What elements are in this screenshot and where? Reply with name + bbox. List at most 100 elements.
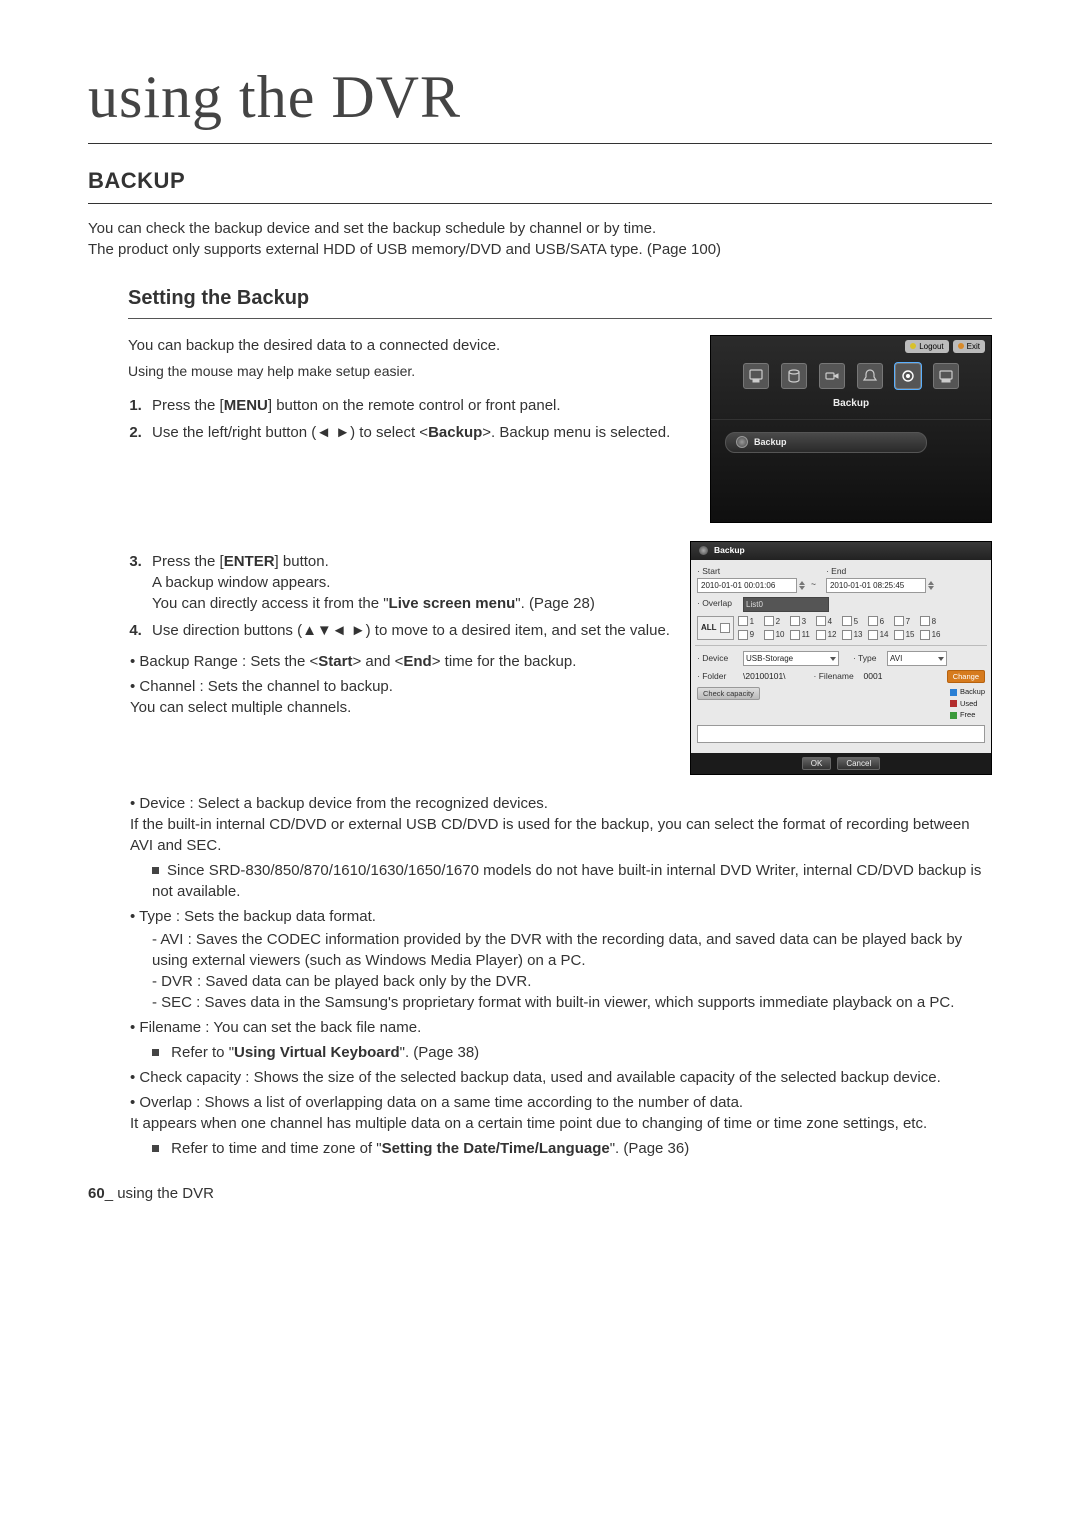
dialog-title: Backup xyxy=(691,542,991,560)
bullet-device: Device : Select a backup device from the… xyxy=(130,793,992,902)
type-dvr: DVR : Saved data can be played back only… xyxy=(152,971,992,992)
figure-menu-screen: Logout Exit Backup xyxy=(710,335,992,523)
start-datetime-input[interactable]: 2010-01-01 00:01:06 xyxy=(697,578,797,593)
channel-checkbox[interactable]: 1 xyxy=(738,616,762,627)
label-start: · Start xyxy=(697,566,720,576)
label-folder: · Folder xyxy=(697,671,737,683)
channel-checkbox[interactable]: 10 xyxy=(764,629,788,640)
system-icon[interactable] xyxy=(743,363,769,389)
checkbox-icon xyxy=(790,630,800,640)
channel-row: 12345678 xyxy=(738,616,944,627)
label-overlap: · Overlap xyxy=(697,598,737,610)
label-filename: · Filename xyxy=(814,671,858,683)
filename-value: 0001 xyxy=(864,671,883,683)
checkbox-icon xyxy=(764,630,774,640)
dot-icon xyxy=(910,343,916,349)
steps-list-b: Press the [ENTER] button. A backup windo… xyxy=(128,551,670,641)
type-sec: SEC : Saves data in the Samsung's propri… xyxy=(152,992,992,1013)
spinner-icon[interactable] xyxy=(928,581,934,590)
channel-checkbox[interactable]: 4 xyxy=(816,616,840,627)
checkbox-icon xyxy=(920,616,930,626)
bullet-channel: Channel : Sets the channel to backup. Yo… xyxy=(130,676,670,718)
channel-checkbox[interactable]: 16 xyxy=(920,629,944,640)
channel-checkbox[interactable]: 12 xyxy=(816,629,840,640)
network-icon[interactable] xyxy=(933,363,959,389)
note-device: Since SRD-830/850/870/1610/1630/1650/167… xyxy=(130,860,992,902)
channel-checkbox[interactable]: 7 xyxy=(894,616,918,627)
channel-grid: ALL 12345678 910111213141516 xyxy=(697,616,985,640)
mouse-note: Using the mouse may help make setup easi… xyxy=(128,362,690,382)
checkbox-icon xyxy=(738,616,748,626)
bullet-overlap: Overlap : Shows a list of overlapping da… xyxy=(130,1092,992,1159)
disc-icon xyxy=(699,546,708,555)
checkbox-icon xyxy=(894,616,904,626)
channel-checkbox[interactable]: 9 xyxy=(738,629,762,640)
channel-checkbox[interactable]: 15 xyxy=(894,629,918,640)
channel-checkbox[interactable]: 14 xyxy=(868,629,892,640)
device-icon[interactable] xyxy=(781,363,807,389)
spinner-icon[interactable] xyxy=(799,581,805,590)
checkbox-icon xyxy=(894,630,904,640)
event-icon[interactable] xyxy=(857,363,883,389)
channel-checkbox[interactable]: 3 xyxy=(790,616,814,627)
disc-icon xyxy=(736,436,748,448)
steps-list-a: Press the [MENU] button on the remote co… xyxy=(128,395,690,443)
capacity-bar xyxy=(697,725,985,743)
channel-checkbox[interactable]: 8 xyxy=(920,616,944,627)
channel-checkbox[interactable]: 13 xyxy=(842,629,866,640)
channel-row: 910111213141516 xyxy=(738,629,944,640)
backup-icon[interactable] xyxy=(895,363,921,389)
label-device: · Device xyxy=(697,653,737,665)
type-select[interactable]: AVI xyxy=(887,651,947,666)
overlap-select[interactable]: List0 xyxy=(743,597,829,612)
checkbox-icon xyxy=(790,616,800,626)
logout-button[interactable]: Logout xyxy=(905,340,948,353)
intro-line: The product only supports external HDD o… xyxy=(88,239,992,260)
channel-checkbox[interactable]: 2 xyxy=(764,616,788,627)
swatch-free xyxy=(950,712,957,719)
section-backup-heading: BACKUP xyxy=(88,166,992,204)
cancel-button[interactable]: Cancel xyxy=(837,757,880,770)
checkbox-icon xyxy=(816,630,826,640)
bullet-list-full: Device : Select a backup device from the… xyxy=(128,793,992,1159)
sub-intro: You can backup the desired data to a con… xyxy=(128,335,690,356)
footer-text: _ using the DVR xyxy=(105,1185,214,1202)
bullet-checkcap: Check capacity : Shows the size of the s… xyxy=(130,1067,992,1088)
step-1: Press the [MENU] button on the remote co… xyxy=(146,395,690,416)
step-4: Use direction buttons (▲▼◄ ►) to move to… xyxy=(146,620,670,641)
channel-checkbox[interactable]: 6 xyxy=(868,616,892,627)
checkbox-icon xyxy=(842,616,852,626)
check-capacity-button[interactable]: Check capacity xyxy=(697,687,760,700)
checkbox-icon xyxy=(868,630,878,640)
step-2: Use the left/right button (◄ ►) to selec… xyxy=(146,422,690,443)
type-avi: AVI : Saves the CODEC information provid… xyxy=(152,929,992,971)
record-icon[interactable] xyxy=(819,363,845,389)
submenu-backup[interactable]: Backup xyxy=(725,432,927,453)
change-button[interactable]: Change xyxy=(947,670,985,683)
return-icon xyxy=(958,343,964,349)
section-intro: You can check the backup device and set … xyxy=(88,218,992,260)
swatch-backup xyxy=(950,689,957,696)
ok-button[interactable]: OK xyxy=(802,757,832,770)
note-overlap: Refer to time and time zone of "Setting … xyxy=(130,1138,992,1159)
end-datetime-input[interactable]: 2010-01-01 08:25:45 xyxy=(826,578,926,593)
page-title: using the DVR xyxy=(88,55,992,144)
label-end: · End xyxy=(826,566,846,576)
page-footer: 60_ using the DVR xyxy=(88,1183,992,1204)
bullet-type: Type : Sets the backup data format. AVI … xyxy=(130,906,992,1013)
checkbox-icon xyxy=(868,616,878,626)
checkbox-icon xyxy=(764,616,774,626)
type-sublist: AVI : Saves the CODEC information provid… xyxy=(130,929,992,1013)
intro-line: You can check the backup device and set … xyxy=(88,218,992,239)
exit-button[interactable]: Exit xyxy=(953,340,985,353)
all-channels-button[interactable]: ALL xyxy=(697,616,734,640)
note-filename: Refer to "Using Virtual Keyboard". (Page… xyxy=(130,1042,992,1063)
page-number: 60 xyxy=(88,1185,105,1202)
device-select[interactable]: USB-Storage xyxy=(743,651,839,666)
label-type: · Type xyxy=(853,653,881,665)
subsection-heading: Setting the Backup xyxy=(128,284,992,319)
checkbox-icon xyxy=(842,630,852,640)
checkbox-icon xyxy=(920,630,930,640)
channel-checkbox[interactable]: 11 xyxy=(790,629,814,640)
channel-checkbox[interactable]: 5 xyxy=(842,616,866,627)
